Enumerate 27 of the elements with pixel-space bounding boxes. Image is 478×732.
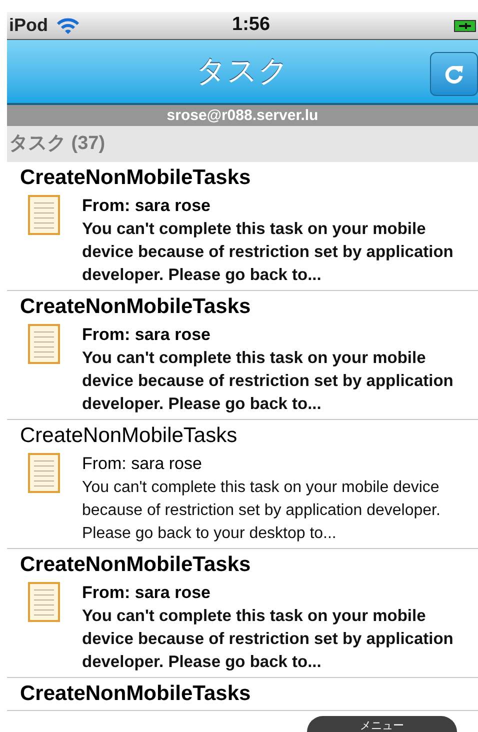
sender-text: From: sara rose (82, 324, 212, 346)
document-icon (28, 453, 60, 493)
document-icon (28, 195, 60, 235)
sender-text: From: sara rose (82, 453, 203, 475)
task-description: You can't complete this task on your mobile device because of restriction set by application developer. Please go back to... (82, 606, 454, 673)
screen-title: タスク (196, 54, 289, 90)
document-icon (28, 324, 60, 364)
document-icon (28, 582, 60, 622)
task-title[interactable]: CreateNonMobileTasks (20, 165, 251, 191)
task-description: You can't complete this task on your mobile device because of restriction set by application developer. Please go back to your desktop to... (82, 478, 442, 544)
sender-text: From: sara rose (82, 195, 212, 217)
task-title[interactable]: CreateNonMobileTasks (20, 294, 251, 320)
refresh-icon (443, 63, 465, 85)
task-title[interactable]: CreateNonMobileTasks (20, 681, 251, 707)
task-description: You can't complete this task on your mobile device because of restriction set by application developer. Please go back to... (82, 219, 454, 286)
task-title[interactable]: CreateNonMobileTasks (20, 423, 238, 449)
clock-time: 1:56 (232, 13, 270, 38)
menu-tab[interactable]: メニュー (307, 716, 457, 732)
task-title[interactable]: CreateNonMobileTasks (20, 552, 251, 578)
battery-icon (454, 20, 476, 32)
refresh-button[interactable] (430, 52, 478, 96)
section-header: タスク (37) (7, 126, 478, 162)
sender-text: From: sara rose (82, 582, 212, 604)
carrier-name: iPod (9, 14, 48, 37)
account-bar: srose@r088.server.lu (7, 105, 478, 126)
wifi-icon (56, 16, 80, 34)
task-description: You can't complete this task on your mobile device because of restriction set by application developer. Please go back to... (82, 348, 454, 415)
